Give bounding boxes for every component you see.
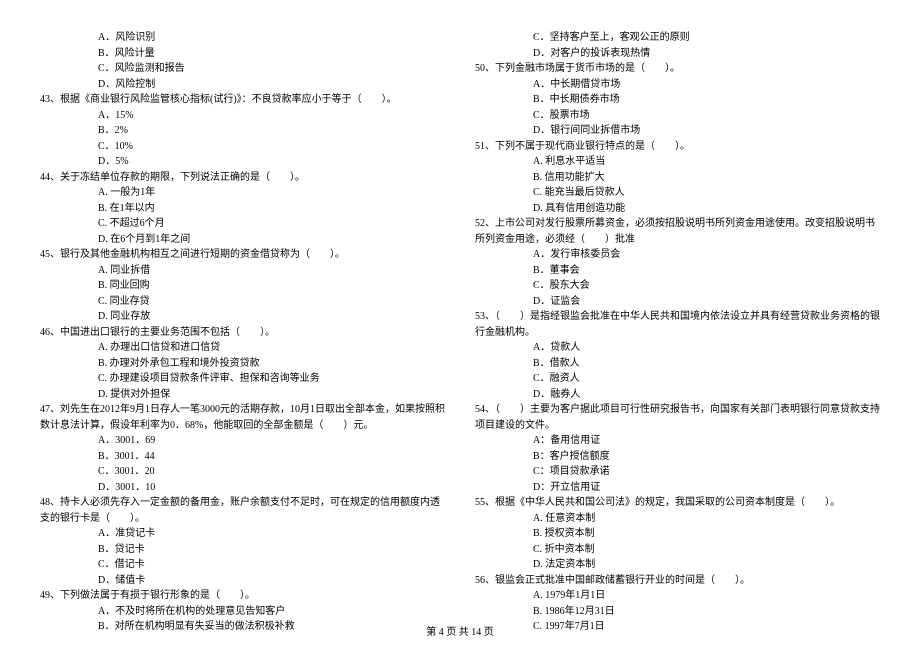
option: A. 办理出口信贷和进口信贷 (40, 340, 445, 356)
option: A. 利息水平适当 (475, 154, 880, 170)
content-columns: A．风险识别 B．风险计量 C．风险监测和报告 D．风险控制 43、根据《商业银… (0, 30, 920, 635)
option: C. 折中资本制 (475, 542, 880, 558)
option: A．3001．69 (40, 433, 445, 449)
option: A. 任意资本制 (475, 511, 880, 527)
option: C．融资人 (475, 371, 880, 387)
option: B．借款人 (475, 356, 880, 372)
question-54: 54、（ ）主要为客户据此项目可行性研究报告书，向国家有关部门表明银行同意贷款支… (475, 402, 880, 433)
option: D．风险控制 (40, 77, 445, 93)
question-47: 47、刘先生在2012年9月1日存人一笔3000元的活期存款，10月1日取出全部… (40, 402, 445, 433)
left-column: A．风险识别 B．风险计量 C．风险监测和报告 D．风险控制 43、根据《商业银… (40, 30, 465, 635)
option: B．2% (40, 123, 445, 139)
option: B：客户授信额度 (475, 449, 880, 465)
option: A. 一般为1年 (40, 185, 445, 201)
question-45: 45、银行及其他金融机构相互之间进行短期的资金借贷称为（ ）。 (40, 247, 445, 263)
option: C．3001．20 (40, 464, 445, 480)
option: D. 同业存放 (40, 309, 445, 325)
option: B. 1986年12月31日 (475, 604, 880, 620)
question-52: 52、上市公司对发行股票所募资金，必须按招股说明书所列资金用途使用。改变招股说明… (475, 216, 880, 247)
option: B．贷记卡 (40, 542, 445, 558)
option: D．储值卡 (40, 573, 445, 589)
option: A：备用信用证 (475, 433, 880, 449)
question-48: 48、持卡人必须先存入一定金额的备用金，账户余额支付不足时，可在规定的信用额度内… (40, 495, 445, 526)
option: D．证监会 (475, 294, 880, 310)
option: B. 同业回购 (40, 278, 445, 294)
option: A．不及时将所在机构的处理意见告知客户 (40, 604, 445, 620)
option: D：开立信用证 (475, 480, 880, 496)
option: B. 办理对外承包工程和境外投资贷款 (40, 356, 445, 372)
question-43: 43、根据《商业银行风险监管核心指标(试行)》：不良贷款率应小于等于（ ）。 (40, 92, 445, 108)
option: C. 不超过6个月 (40, 216, 445, 232)
option: B．风险计量 (40, 46, 445, 62)
option: C．借记卡 (40, 557, 445, 573)
page-footer: 第 4 页 共 14 页 (0, 623, 920, 638)
option: C．10% (40, 139, 445, 155)
option: C. 办理建设项目贷款条件评审、担保和咨询等业务 (40, 371, 445, 387)
question-56: 56、银监会正式批准中国邮政储蓄银行开业的时间是（ ）。 (475, 573, 880, 589)
question-46: 46、中国进出口银行的主要业务范围不包括（ ）。 (40, 325, 445, 341)
option: D. 提供对外担保 (40, 387, 445, 403)
option: A. 同业拆借 (40, 263, 445, 279)
question-55: 55、根据《中华人民共和国公司法》的规定，我国采取的公司资本制度是（ ）。 (475, 495, 880, 511)
question-49: 49、下列做法属于有损于银行形象的是（ ）。 (40, 588, 445, 604)
option: B．董事会 (475, 263, 880, 279)
option: A．风险识别 (40, 30, 445, 46)
option: D．融券人 (475, 387, 880, 403)
option: C：项目贷款承诺 (475, 464, 880, 480)
option: D．银行间同业拆借市场 (475, 123, 880, 139)
option: C．股票市场 (475, 108, 880, 124)
option: A．发行审核委员会 (475, 247, 880, 263)
option: B．中长期债券市场 (475, 92, 880, 108)
right-column: C．坚持客户至上，客观公正的原则 D．对客户的投诉表现热情 50、下列金融市场属… (465, 30, 880, 635)
option: D. 法定资本制 (475, 557, 880, 573)
question-50: 50、下列金融市场属于货币市场的是（ ）。 (475, 61, 880, 77)
option: D．3001．10 (40, 480, 445, 496)
option: A．15% (40, 108, 445, 124)
option: B. 在1年以内 (40, 201, 445, 217)
option: C. 同业存贷 (40, 294, 445, 310)
option: C．坚持客户至上，客观公正的原则 (475, 30, 880, 46)
option: B．3001．44 (40, 449, 445, 465)
option: D．5% (40, 154, 445, 170)
question-51: 51、下列不属于现代商业银行特点的是（ ）。 (475, 139, 880, 155)
option: D. 具有信用创造功能 (475, 201, 880, 217)
question-44: 44、关于冻结单位存款的期限，下列说法正确的是（ ）。 (40, 170, 445, 186)
option: A. 1979年1月1日 (475, 588, 880, 604)
option: C．股东大会 (475, 278, 880, 294)
question-53: 53、（ ）是指经银监会批准在中华人民共和国境内依法设立并具有经营贷款业务资格的… (475, 309, 880, 340)
option: C．风险监测和报告 (40, 61, 445, 77)
option: A．准贷记卡 (40, 526, 445, 542)
option: A．贷款人 (475, 340, 880, 356)
option: D. 在6个月到1年之间 (40, 232, 445, 248)
option: B. 信用功能扩大 (475, 170, 880, 186)
option: C. 能充当最后贷款人 (475, 185, 880, 201)
option: D．对客户的投诉表现热情 (475, 46, 880, 62)
option: A．中长期借贷市场 (475, 77, 880, 93)
option: B. 授权资本制 (475, 526, 880, 542)
